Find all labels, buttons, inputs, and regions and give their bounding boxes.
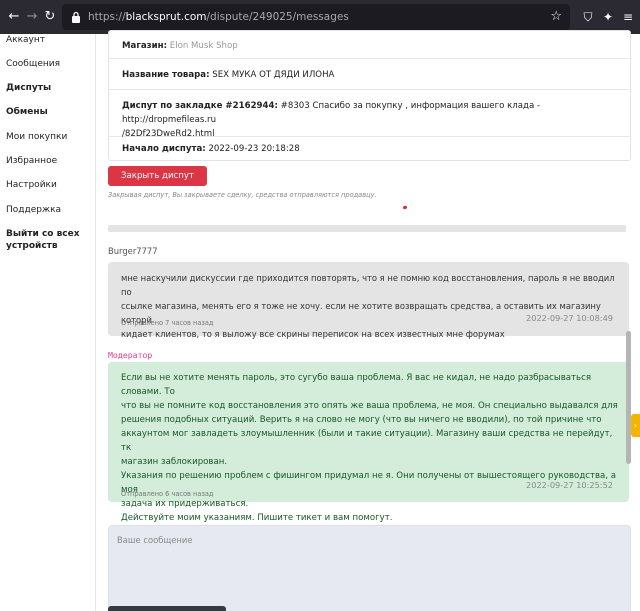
reload-icon[interactable]: ↻ xyxy=(42,9,58,25)
message-line: что вы не помните код восстановления это… xyxy=(121,401,618,411)
message-timestamp-user: 2022-09-27 10:08:49 xyxy=(526,313,613,323)
message-author-user: Burger7777 xyxy=(108,246,158,256)
message-sent-moderator: Отправлено 6 часов назад xyxy=(121,490,214,498)
extension-icon[interactable]: ✦ xyxy=(600,9,616,25)
message-line: аккаунтом мог завладеть злоумышленник (б… xyxy=(121,429,613,453)
message-line: решения подобных ситуаций. Верить я на с… xyxy=(121,415,602,425)
product-label: Название товара: xyxy=(122,70,210,80)
message-author-moderator: Модератор xyxy=(108,350,153,360)
message-body-user: мне наскучили дискуссии где приходится п… xyxy=(121,271,621,341)
forward-icon[interactable]: → xyxy=(24,9,40,25)
message-input[interactable] xyxy=(108,525,631,611)
dispute-info-card: Магазин: Elon Musk Shop Название товара:… xyxy=(108,30,631,161)
sidebar-item-exchanges[interactable]: Обмены xyxy=(6,106,48,118)
message-line: Действуйте моим указаниям. Пишите тикет … xyxy=(121,513,393,523)
message-timestamp-moderator: 2022-09-27 10:25:52 xyxy=(526,480,613,490)
side-chevron-icon[interactable]: › xyxy=(631,414,640,437)
close-dispute-hint: Закрывая диспут, Вы закрываете сделку, с… xyxy=(108,191,377,199)
message-body-moderator: Если вы не хотите менять пароль, это суг… xyxy=(121,371,621,525)
scrollbar-thumb[interactable] xyxy=(626,331,631,464)
back-icon[interactable]: ← xyxy=(6,9,22,25)
close-dispute-button[interactable]: Закрыть диспут xyxy=(108,166,207,186)
sidebar-item-messages[interactable]: Сообщения xyxy=(6,58,60,70)
logout-line-2: устройств xyxy=(6,241,58,251)
red-mark xyxy=(402,205,408,210)
message-sent-user: Отправлено 7 часов назад xyxy=(121,319,214,327)
shop-row: Магазин: Elon Musk Shop xyxy=(109,31,630,59)
start-label: Начало диспута: xyxy=(122,144,206,154)
start-value: 2022-09-23 20:18:28 xyxy=(208,144,300,154)
lock-icon[interactable] xyxy=(71,11,81,23)
sidebar-item-logout-all[interactable]: Выйти со всех устройств xyxy=(6,228,80,252)
shop-value: Elon Musk Shop xyxy=(169,41,238,51)
menu-icon[interactable]: ≡ xyxy=(620,9,636,25)
sidebar-item-settings[interactable]: Настройки xyxy=(6,179,57,191)
message-line: мне наскучили дискуссии где приходится п… xyxy=(121,273,615,297)
sidebar-item-purchases[interactable]: Мои покупки xyxy=(6,131,67,143)
star-icon[interactable]: ☆ xyxy=(550,9,562,24)
url-text: https://blacksprut.com/dispute/249025/me… xyxy=(88,11,349,23)
message-line: задача их придерживаться. xyxy=(121,499,249,509)
message-line: магазин заблокирован. xyxy=(121,457,228,467)
shop-label: Магазин: xyxy=(122,41,168,51)
sidebar-item-favorites[interactable]: Избранное xyxy=(6,155,57,167)
logout-line-1: Выйти со всех xyxy=(6,229,80,239)
sidebar-item-support[interactable]: Поддержка xyxy=(6,204,61,216)
sidebar: Аккаунт Сообщения Диспуты Обмены Мои пок… xyxy=(0,34,96,611)
sidebar-item-disputes[interactable]: Диспуты xyxy=(6,82,51,94)
message-line: кидает клиентов, то я выложу все скрины … xyxy=(121,329,505,339)
product-value: SEX МУКА ОТ ДЯДИ ИЛОНА xyxy=(212,70,335,80)
shield-icon[interactable]: ⛉ xyxy=(580,9,596,25)
message-bubble-user: мне наскучили дискуссии где приходится п… xyxy=(108,262,629,339)
address-bar[interactable]: https://blacksprut.com/dispute/249025/me… xyxy=(62,4,570,30)
send-button[interactable] xyxy=(108,606,226,611)
browser-toolbar: ← → ↻ https://blacksprut.com/dispute/249… xyxy=(0,0,640,34)
message-line: Если вы не хотите менять пароль, это суг… xyxy=(121,373,591,397)
dispute-main: Магазин: Elon Musk Shop Название товара:… xyxy=(97,30,640,611)
product-row: Название товара: SEX МУКА ОТ ДЯДИ ИЛОНА xyxy=(109,59,630,90)
messages-divider xyxy=(108,225,626,232)
message-bubble-moderator: Если вы не хотите менять пароль, это суг… xyxy=(108,362,629,523)
bookmark-label: Диспут по закладке #2162944: xyxy=(122,101,278,111)
sidebar-item-account[interactable]: Аккаунт xyxy=(6,34,45,46)
bookmark-row: Диспут по закладке #2162944: #8303 Спаси… xyxy=(109,90,630,139)
start-row: Начало диспута: 2022-09-23 20:18:28 xyxy=(109,137,630,161)
